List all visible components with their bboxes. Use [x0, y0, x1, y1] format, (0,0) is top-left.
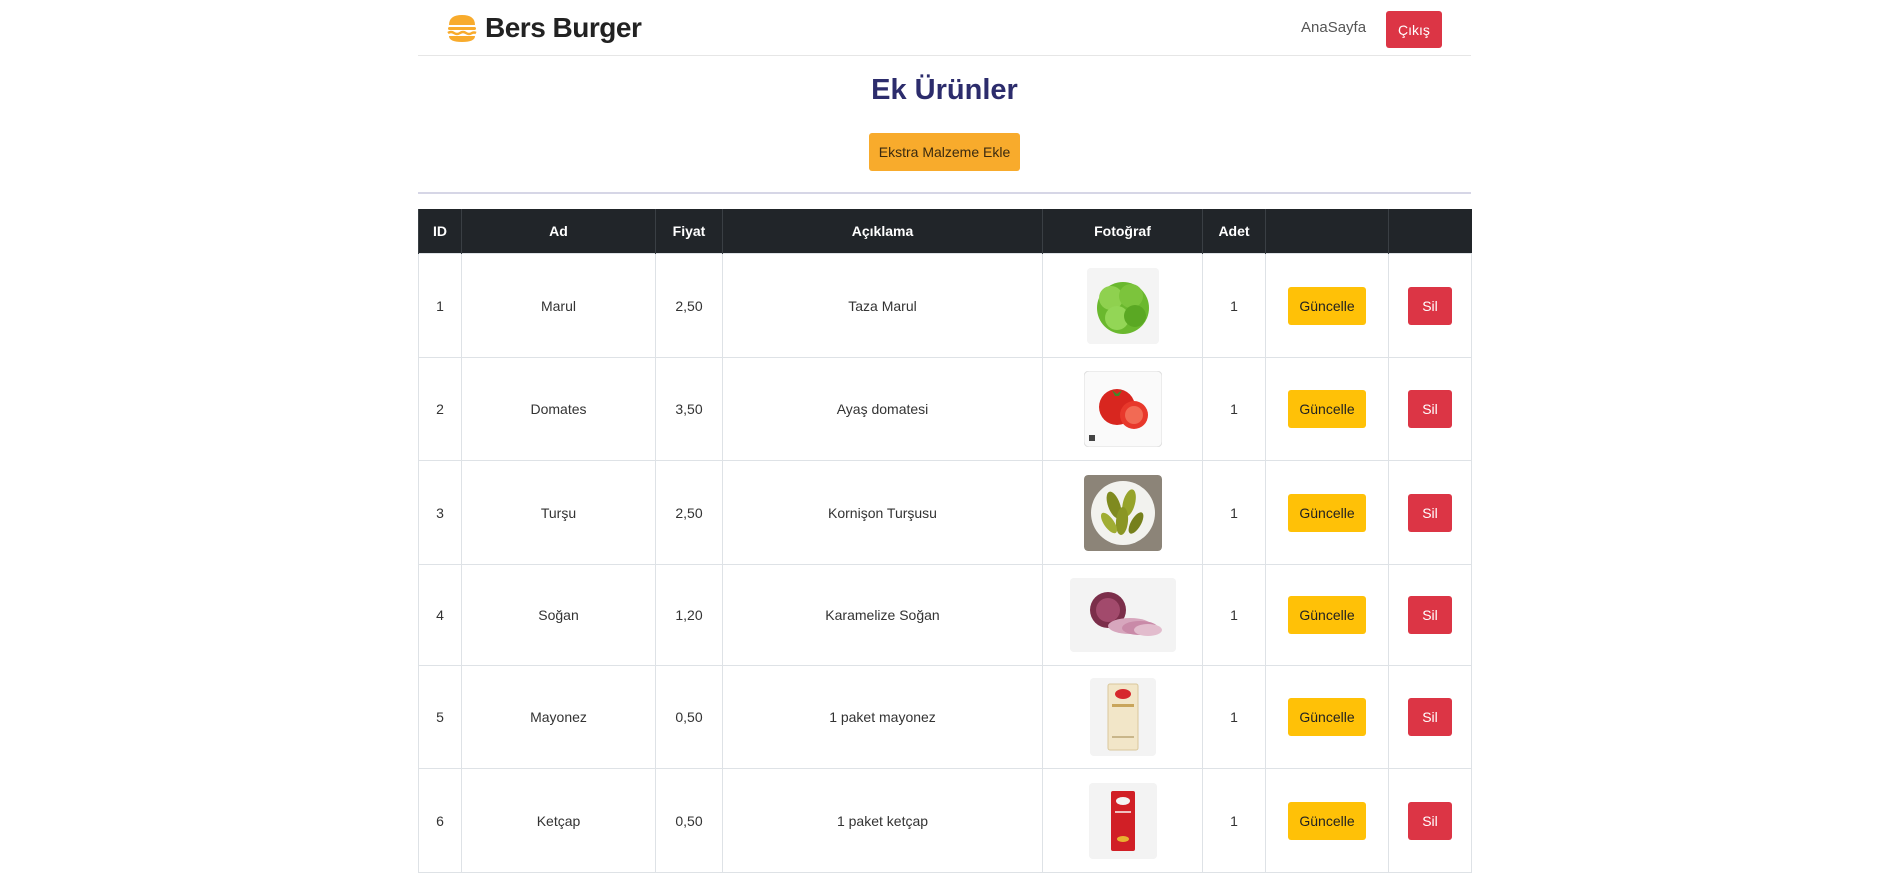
page-container: Bers Burger AnaSayfa Çıkış Ek Ürünler Ek…	[418, 0, 1472, 873]
cell-price: 0,50	[655, 665, 723, 769]
burger-icon	[447, 15, 477, 42]
delete-button[interactable]: Sil	[1408, 286, 1452, 325]
cell-id: 4	[418, 564, 462, 666]
cell-id: 2	[418, 357, 462, 461]
update-button[interactable]: Güncelle	[1288, 698, 1366, 736]
cell-description: Karamelize Soğan	[722, 564, 1043, 666]
cell-description: 1 paket ketçap	[722, 768, 1043, 873]
cell-quantity: 1	[1202, 253, 1266, 358]
cell-update: Güncelle	[1265, 357, 1389, 461]
cell-photo	[1042, 768, 1203, 873]
divider	[418, 192, 1471, 194]
update-button[interactable]: Güncelle	[1288, 801, 1366, 840]
cell-name: Mayonez	[461, 665, 656, 769]
cell-id: 6	[418, 768, 462, 873]
cell-delete: Sil	[1388, 564, 1472, 666]
table-row: 3 Turşu 2,50 Kornişon Turşusu 1 Güncelle…	[418, 460, 1472, 565]
cell-delete: Sil	[1388, 768, 1472, 873]
header-id: ID	[418, 209, 462, 254]
cell-photo	[1042, 665, 1203, 769]
brand-link[interactable]: Bers Burger	[446, 12, 642, 44]
page-title: Ek Ürünler	[871, 74, 1018, 106]
cell-photo	[1042, 253, 1203, 358]
cell-name: Turşu	[461, 460, 656, 565]
header-description: Açıklama	[722, 209, 1043, 254]
header-update	[1265, 209, 1389, 254]
table-header-row: ID Ad Fiyat Açıklama Fotoğraf Adet	[418, 209, 1472, 254]
mayonnaise-packet-photo	[1089, 678, 1156, 756]
cell-description: Taza Marul	[722, 253, 1043, 358]
cell-quantity: 1	[1202, 460, 1266, 565]
update-button[interactable]: Güncelle	[1288, 493, 1366, 532]
header-photo: Fotoğraf	[1042, 209, 1203, 254]
update-button[interactable]: Güncelle	[1288, 596, 1366, 634]
brand-name: Bers Burger	[485, 12, 642, 43]
header-name: Ad	[461, 209, 656, 254]
delete-button[interactable]: Sil	[1408, 390, 1452, 428]
cell-price: 1,20	[655, 564, 723, 666]
nav-home-link[interactable]: AnaSayfa	[1301, 19, 1366, 36]
cell-update: Güncelle	[1265, 768, 1389, 873]
cell-name: Domates	[461, 357, 656, 461]
add-extra-button[interactable]: Ekstra Malzeme Ekle	[869, 133, 1020, 171]
delete-button[interactable]: Sil	[1408, 596, 1452, 634]
delete-button[interactable]: Sil	[1408, 698, 1452, 736]
cell-description: 1 paket mayonez	[722, 665, 1043, 769]
cell-quantity: 1	[1202, 357, 1266, 461]
cell-id: 1	[418, 253, 462, 358]
cell-update: Güncelle	[1265, 665, 1389, 769]
cell-description: Kornişon Turşusu	[722, 460, 1043, 565]
cell-delete: Sil	[1388, 253, 1472, 358]
update-button[interactable]: Güncelle	[1288, 390, 1366, 428]
header-delete	[1388, 209, 1472, 254]
cell-price: 0,50	[655, 768, 723, 873]
delete-button[interactable]: Sil	[1408, 801, 1452, 840]
table-row: 6 Ketçap 0,50 1 paket ketçap 1 Güncelle …	[418, 768, 1472, 873]
cell-quantity: 1	[1202, 768, 1266, 873]
cell-quantity: 1	[1202, 665, 1266, 769]
table-row: 2 Domates 3,50 Ayaş domatesi 1 Güncelle	[418, 357, 1472, 461]
delete-button[interactable]: Sil	[1408, 493, 1452, 532]
cell-photo	[1042, 460, 1203, 565]
logout-button[interactable]: Çıkış	[1386, 11, 1442, 48]
update-button[interactable]: Güncelle	[1288, 286, 1366, 325]
cell-id: 3	[418, 460, 462, 565]
cell-price: 2,50	[655, 253, 723, 358]
cell-update: Güncelle	[1265, 564, 1389, 666]
cell-update: Güncelle	[1265, 460, 1389, 565]
cell-name: Soğan	[461, 564, 656, 666]
header-quantity: Adet	[1202, 209, 1266, 254]
extras-table: ID Ad Fiyat Açıklama Fotoğraf Adet 1 Mar…	[418, 209, 1472, 873]
tomato-photo	[1083, 371, 1162, 447]
cell-name: Ketçap	[461, 768, 656, 873]
navbar: Bers Burger AnaSayfa Çıkış	[418, 0, 1471, 56]
cell-photo	[1042, 564, 1203, 666]
ketchup-packet-photo	[1088, 782, 1157, 859]
cell-name: Marul	[461, 253, 656, 358]
onion-photo	[1069, 578, 1176, 652]
cell-quantity: 1	[1202, 564, 1266, 666]
header-price: Fiyat	[655, 209, 723, 254]
cell-description: Ayaş domatesi	[722, 357, 1043, 461]
cell-id: 5	[418, 665, 462, 769]
cell-price: 2,50	[655, 460, 723, 565]
table-row: 5 Mayonez 0,50 1 paket mayonez 1 Güncell…	[418, 665, 1472, 769]
pickles-photo	[1083, 474, 1162, 551]
table-row: 4 Soğan 1,20 Karamelize Soğan 1 Güncelle	[418, 564, 1472, 666]
lettuce-photo	[1086, 267, 1159, 344]
cell-photo	[1042, 357, 1203, 461]
cell-delete: Sil	[1388, 665, 1472, 769]
cell-update: Güncelle	[1265, 253, 1389, 358]
cell-delete: Sil	[1388, 460, 1472, 565]
cell-price: 3,50	[655, 357, 723, 461]
cell-delete: Sil	[1388, 357, 1472, 461]
table-row: 1 Marul 2,50 Taza Marul 1 Güncelle Sil	[418, 253, 1472, 358]
